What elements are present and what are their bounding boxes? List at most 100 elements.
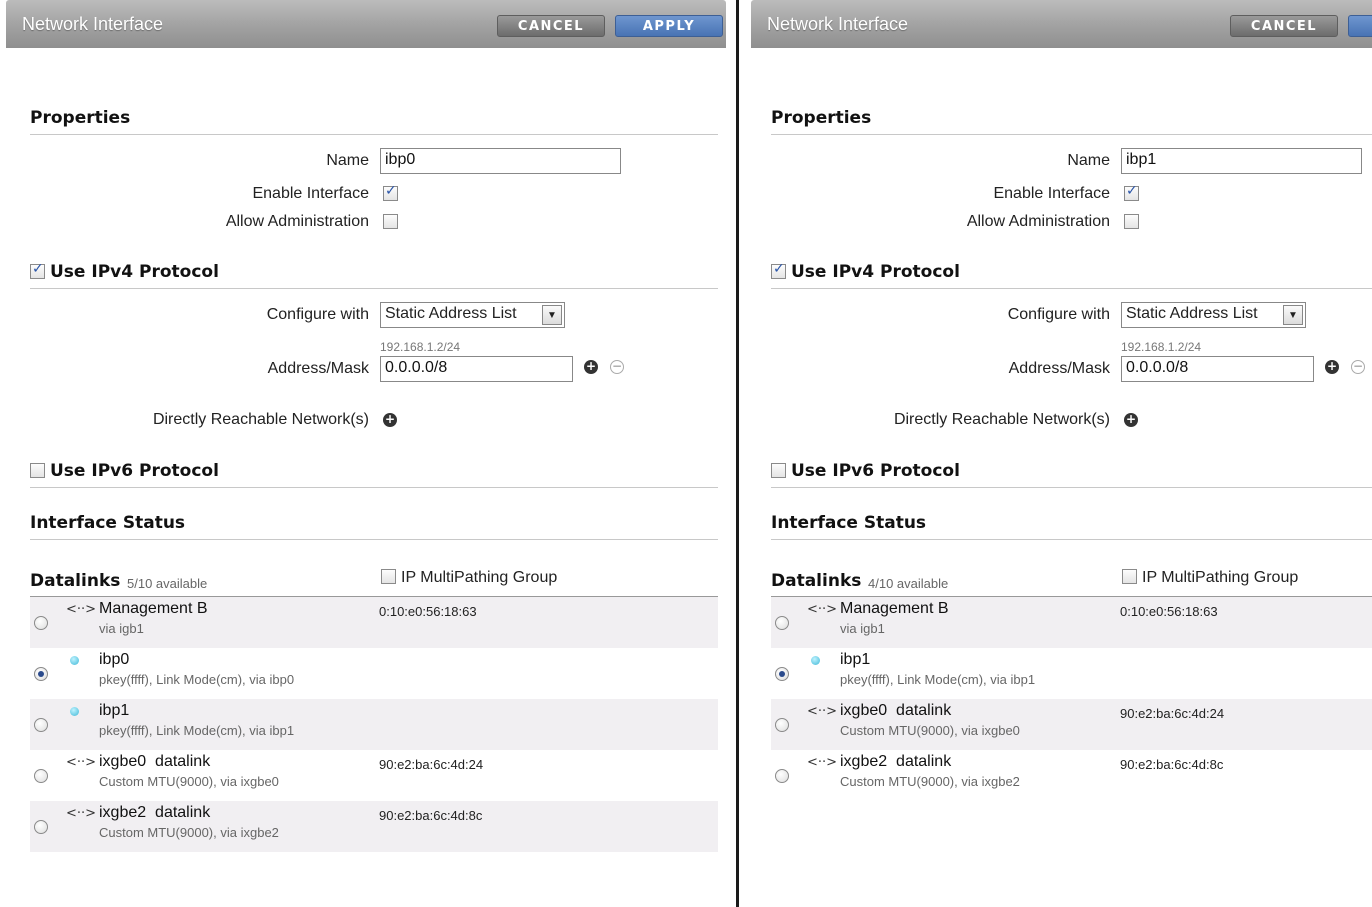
allow-administration-label: Allow Administration [966,213,1110,230]
interface-status-heading: Interface Status [771,513,1372,540]
infiniband-dot-icon [70,707,79,716]
datalink-name: ixgbe2 datalink [99,804,211,821]
datalink-radio[interactable] [775,718,789,732]
address-hint: 192.168.1.2/24 [380,340,461,354]
datalink-radio[interactable] [34,769,48,783]
link-arrows-icon: <··> [807,602,838,617]
properties-heading-text: Properties [30,108,131,128]
datalink-row[interactable]: <··> Management B via igb1 0:10:e0:56:18… [771,597,1372,648]
link-arrows-icon: <··> [66,806,97,821]
datalink-details: via igb1 [99,621,144,636]
datalink-details: Custom MTU(9000), via ixgbe2 [840,774,1020,789]
address-mask-label: Address/Mask [267,360,369,377]
use-ipv4-checkbox[interactable] [30,261,45,279]
cancel-button[interactable]: CANCEL [1230,15,1338,37]
datalinks-title: Datalinks [30,571,121,591]
allow-administration-label: Allow Administration [225,213,369,230]
datalink-radio[interactable] [34,820,48,834]
datalink-radio[interactable] [34,718,48,732]
datalink-row[interactable]: <··> ixgbe0 datalink Custom MTU(9000), v… [771,699,1372,750]
allow-administration-checkbox[interactable] [1124,214,1139,229]
configure-with-label: Configure with [266,306,369,323]
reachable-networks-label: Directly Reachable Network(s) [152,411,369,428]
datalink-row[interactable]: <··> Management B via igb1 0:10:e0:56:18… [30,597,718,648]
ipv6-heading-text: Use IPv6 Protocol [50,461,219,481]
datalink-mac: 90:e2:ba:6c:4d:8c [379,808,483,823]
panel-title: Network Interface [22,14,164,34]
apply-button[interactable]: APPLY [1348,15,1372,37]
datalink-mac: 0:10:e0:56:18:63 [1120,604,1218,619]
datalink-name: ixgbe0 datalink [840,702,952,719]
datalink-mac: 90:e2:ba:6c:4d:8c [1120,757,1224,772]
datalinks-header: Datalinks 4/10 available IP MultiPathing… [771,569,1372,597]
enable-interface-label: Enable Interface [252,185,369,202]
remove-address-icon[interactable]: − [610,360,624,374]
use-ipv6-checkbox[interactable] [771,463,786,478]
enable-interface-label: Enable Interface [993,185,1110,202]
ipmp-group-option[interactable]: IP MultiPathing Group [381,569,557,587]
panel-divider [736,0,739,907]
link-arrows-icon: <··> [66,755,97,770]
apply-button[interactable]: APPLY [615,15,723,37]
datalinks-available: 5/10 available [127,576,208,591]
datalink-details: Custom MTU(9000), via ixgbe0 [840,723,1020,738]
datalink-row[interactable]: ibp0 pkey(ffff), Link Mode(cm), via ibp0 [30,648,718,699]
properties-heading: Properties [30,108,718,135]
dropdown-arrow-icon: ▼ [542,305,562,325]
datalink-name: ixgbe0 datalink [99,753,211,770]
datalink-row[interactable]: ibp1 pkey(ffff), Link Mode(cm), via ibp1 [771,648,1372,699]
add-address-icon[interactable]: + [584,360,598,374]
datalink-radio[interactable] [34,616,48,630]
configure-with-select[interactable]: Static Address List ▼ [380,302,565,328]
allow-administration-checkbox[interactable] [383,214,398,229]
properties-heading: Properties [771,108,1372,135]
configure-with-select[interactable]: Static Address List ▼ [1121,302,1306,328]
datalink-row[interactable]: <··> ixgbe2 datalink Custom MTU(9000), v… [771,750,1372,801]
configure-with-value: Static Address List [1126,305,1258,322]
enable-interface-checkbox[interactable] [1124,183,1139,201]
name-input[interactable]: ibp0 [380,148,621,174]
datalink-radio[interactable] [775,769,789,783]
address-mask-label: Address/Mask [1008,360,1110,377]
enable-interface-checkbox[interactable] [383,183,398,201]
datalink-radio[interactable] [34,667,48,681]
add-address-icon[interactable]: + [1325,360,1339,374]
address-mask-input[interactable]: 0.0.0.0/8 [380,356,573,382]
panel-titlebar: Network Interface CANCEL APPLY [6,0,726,48]
ipv4-heading: Use IPv4 Protocol [771,261,1372,289]
panel-title: Network Interface [767,14,909,34]
infiniband-dot-icon [811,656,820,665]
name-input[interactable]: ibp1 [1121,148,1362,174]
add-reachable-network-icon[interactable]: + [383,413,397,427]
ipmp-group-checkbox[interactable] [1122,569,1137,584]
ipv4-heading-text: Use IPv4 Protocol [50,262,219,282]
ipmp-group-option[interactable]: IP MultiPathing Group [1122,569,1298,587]
cancel-button[interactable]: CANCEL [497,15,605,37]
datalink-row[interactable]: ibp1 pkey(ffff), Link Mode(cm), via ibp1 [30,699,718,750]
datalinks-list: <··> Management B via igb1 0:10:e0:56:18… [30,597,718,852]
datalink-row[interactable]: <··> ixgbe2 datalink Custom MTU(9000), v… [30,801,718,852]
datalink-mac: 90:e2:ba:6c:4d:24 [379,757,484,772]
datalink-mac: 90:e2:ba:6c:4d:24 [1120,706,1225,721]
remove-address-icon[interactable]: − [1351,360,1365,374]
datalink-details: Custom MTU(9000), via ixgbe0 [99,774,279,789]
datalink-row[interactable]: <··> ixgbe0 datalink Custom MTU(9000), v… [30,750,718,801]
datalinks-list: <··> Management B via igb1 0:10:e0:56:18… [771,597,1372,801]
address-mask-input[interactable]: 0.0.0.0/8 [1121,356,1314,382]
datalink-radio[interactable] [775,616,789,630]
use-ipv6-checkbox[interactable] [30,463,45,478]
infiniband-dot-icon [70,656,79,665]
interface-status-text: Interface Status [771,513,927,533]
ipmp-group-checkbox[interactable] [381,569,396,584]
network-interface-panel: Network Interface CANCEL APPLY Propertie… [741,0,1372,907]
datalink-details: pkey(ffff), Link Mode(cm), via ibp1 [840,672,1036,687]
datalink-mac: 0:10:e0:56:18:63 [379,604,477,619]
datalink-radio[interactable] [775,667,789,681]
datalink-details: pkey(ffff), Link Mode(cm), via ibp1 [99,723,295,738]
ipv6-heading: Use IPv6 Protocol [771,461,1372,488]
datalink-details: Custom MTU(9000), via ixgbe2 [99,825,279,840]
interface-status-text: Interface Status [30,513,186,533]
link-arrows-icon: <··> [66,602,97,617]
use-ipv4-checkbox[interactable] [771,261,786,279]
add-reachable-network-icon[interactable]: + [1124,413,1138,427]
